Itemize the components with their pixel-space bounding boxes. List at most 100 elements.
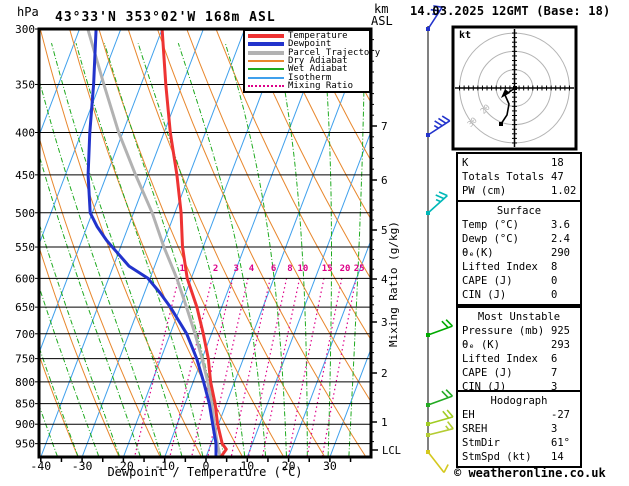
wind-barb-feather xyxy=(435,194,445,200)
row-label: Totals Totals xyxy=(462,171,545,183)
pressure-axis: 300 350 400 450 500 550 600 650 700 750 800 850 900 9… xyxy=(15,23,39,451)
dry-adiabat-line xyxy=(215,29,371,341)
row-value: 925 xyxy=(551,325,570,337)
mixing-ratio-value-label: 15 xyxy=(322,264,333,274)
data-row: Temp (°C) 3.6 xyxy=(458,218,580,232)
row-value: 61° xyxy=(551,437,570,449)
credit-footer: © weatheronline.co.uk xyxy=(454,466,606,480)
data-row: Lifted Index 8 xyxy=(458,260,580,274)
pressure-tick-label: 650 xyxy=(15,301,35,314)
hodograph-box: Hodograph EH -27 SREH 3 StmDir 61° StmSpd (kt) 1… xyxy=(456,390,582,468)
temperature-axis-label: Dewpoint / Temperature (°C) xyxy=(107,465,303,479)
row-value: 2.4 xyxy=(551,233,570,245)
km-tick-label: 6 xyxy=(381,174,388,187)
temp-tick-label: -40 xyxy=(30,459,51,473)
row-value: -27 xyxy=(551,409,570,421)
row-label: Lifted Index xyxy=(462,261,538,273)
legend-sample-thin xyxy=(248,68,284,71)
mixing-ratio-value-label: 4 xyxy=(249,264,255,274)
pressure-tick-label: 350 xyxy=(15,78,35,91)
data-row: Lifted Index 6 xyxy=(458,352,580,366)
row-value: 3.6 xyxy=(551,219,570,231)
data-row: PW (cm) 1.02 xyxy=(458,184,580,198)
hodograph-origin-dot xyxy=(513,86,517,90)
pressure-tick-label: 800 xyxy=(15,376,35,389)
lcl-label: LCL xyxy=(382,445,401,457)
legend-sample-thin xyxy=(248,59,284,62)
isotherm-line xyxy=(246,130,371,457)
most-unstable-box: Most Unstable Pressure (mb) 925 θₑ (K) 293 Li… xyxy=(456,306,582,398)
pressure-tick-label: 850 xyxy=(15,398,35,411)
wind-barb-shaft xyxy=(427,395,453,406)
data-row: EH -27 xyxy=(458,408,580,422)
wet-adiabat-line xyxy=(39,77,162,457)
wet-adiabat-line xyxy=(348,43,365,457)
section-title: Most Unstable xyxy=(477,311,561,323)
wet-adiabat-line xyxy=(0,43,16,456)
legend-sample-thin xyxy=(248,76,284,79)
wind-barb-half-feather xyxy=(433,124,439,129)
legend-sample-thick xyxy=(248,50,284,55)
wet-adiabat-line xyxy=(51,42,183,457)
row-value: 293 xyxy=(551,339,570,351)
wet-adiabat-line xyxy=(177,42,267,457)
km-tick-label: 7 xyxy=(381,120,388,133)
row-value: 14 xyxy=(551,451,564,463)
row-label: Lifted Index xyxy=(462,353,538,365)
row-label: EH xyxy=(462,409,475,421)
pressure-tick-label: 300 xyxy=(15,23,35,36)
section-title: Surface xyxy=(496,205,542,217)
row-label: CAPE (J) xyxy=(462,367,513,379)
mixing-ratio-value-label: 2 xyxy=(213,264,218,274)
mixing-ratio-line xyxy=(230,278,271,457)
data-row: StmDir 61° xyxy=(458,436,580,450)
data-row: Dewp (°C) 2.4 xyxy=(458,232,580,246)
row-label: StmSpd (kt) xyxy=(462,451,532,463)
wind-barb-shaft xyxy=(427,427,454,436)
wet-adiabat-line xyxy=(224,42,287,457)
data-row: SREH 3 xyxy=(458,422,580,436)
wind-barb-feather xyxy=(445,389,454,397)
row-value: 8 xyxy=(551,261,558,273)
row-label: K xyxy=(462,157,469,169)
row-label: CIN (J) xyxy=(462,289,507,301)
row-value: 0 xyxy=(551,289,558,301)
mixing-ratio-value-label: 25 xyxy=(354,264,365,274)
wind-barb-feather xyxy=(434,120,443,127)
wind-barb-feather xyxy=(446,409,454,418)
wind-barb xyxy=(426,191,448,215)
pressure-tick-label: 500 xyxy=(15,207,35,220)
hodograph-end-dot xyxy=(499,122,503,126)
dry-adiabat-line xyxy=(69,29,244,457)
wind-barb xyxy=(426,450,449,473)
wind-barb-feather xyxy=(442,410,450,419)
wind-barb-half-feather xyxy=(435,198,441,203)
row-label: SREH xyxy=(462,423,488,435)
mixing-ratio-value-label: 3 xyxy=(234,264,239,274)
mixing-ratio-axis-label: Mixing Ratio (g/kg) xyxy=(387,221,400,347)
wind-barb-shaft xyxy=(427,325,453,336)
mixing-ratio-value-label: 8 xyxy=(287,264,292,274)
station-title: 43°33'N 353°02'W 168m ASL xyxy=(55,10,276,25)
data-row: CAPE (J) 0 xyxy=(458,274,580,288)
mixing-ratio-value-label: 6 xyxy=(271,264,276,274)
pressure-tick-label: 600 xyxy=(15,272,35,285)
row-value: 47 xyxy=(551,171,564,183)
surface-box: Surface Temp (°C) 3.6 Dewp (°C) 2.4 θₑ(K) 290 L… xyxy=(456,200,582,306)
legend-sample-thick xyxy=(248,42,284,47)
profile-curves xyxy=(86,29,228,457)
legend-box: Temperature Dewpoint Parcel Trajectory Dry … xyxy=(243,29,380,93)
km-tick-label: 1 xyxy=(381,416,388,429)
row-value: 290 xyxy=(551,247,570,259)
wind-barb xyxy=(426,115,451,137)
pressure-tick-label: 400 xyxy=(15,126,35,139)
pressure-tick-label: 700 xyxy=(15,328,35,341)
legend-sample-thick xyxy=(248,34,284,39)
indices-box: K 18 Totals Totals 47 PW (cm) 1.02 xyxy=(456,152,582,202)
data-row: Totals Totals 47 xyxy=(458,170,580,184)
wind-barb-feather xyxy=(441,115,451,122)
data-row: θₑ(K) 290 xyxy=(458,246,580,260)
row-value: 3 xyxy=(551,423,558,435)
wind-barb-column xyxy=(426,5,454,473)
wind-barb-feather xyxy=(438,117,447,124)
